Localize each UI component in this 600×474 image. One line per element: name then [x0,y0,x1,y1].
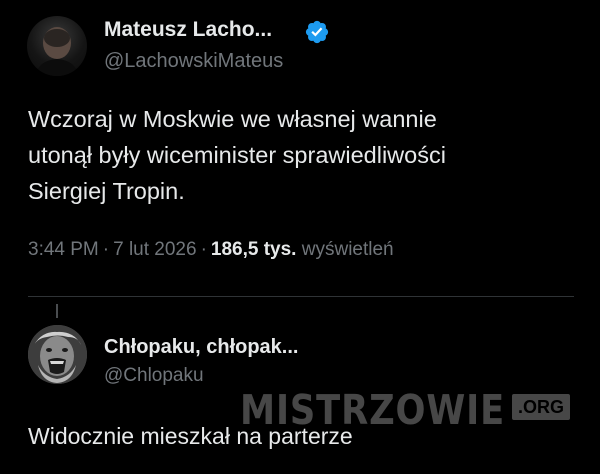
reply-author-handle[interactable]: @Chlopaku [104,365,204,387]
tweet-date[interactable]: 7 lut 2026 [113,239,196,260]
screaming-face-photo-icon [28,325,87,384]
tweet-text-line: Siergiej Tropin. [28,178,185,204]
thread-connector-line [56,304,58,318]
reply-text: Widocznie mieszkał na parterze [28,423,353,449]
person-photo-icon [35,27,79,76]
tweet-text: Wczoraj w Moskwie we własnej wannie uton… [28,101,558,209]
reply-tweet: Chłopaku, chłopak... @Chlopaku Widocznie… [0,297,600,474]
author-avatar[interactable] [27,16,87,76]
tweet-text-line: Wczoraj w Moskwie we własnej wannie [28,106,437,132]
tweet-meta: 3:44 PM · 7 lut 2026 · 186,5 tys. wyświetleń [28,239,394,261]
tweet-time[interactable]: 3:44 PM [28,239,99,260]
views-count[interactable]: 186,5 tys. [211,239,297,260]
views-label: wyświetleń [301,239,394,260]
author-display-name[interactable]: Mateusz Lacho... [104,18,272,42]
author-handle[interactable]: @LachowskiMateus [104,50,283,73]
tweet-text-line: utonął były wiceminister sprawiedliwości [28,142,446,168]
meta-separator: · [102,239,110,260]
main-tweet: Mateusz Lacho... @LachowskiMateus Wczora… [0,0,600,300]
reply-author-avatar[interactable] [28,325,87,384]
meta-separator: · [200,239,207,260]
reply-author-display-name[interactable]: Chłopaku, chłopak... [104,336,298,359]
verified-badge-icon [305,20,329,44]
